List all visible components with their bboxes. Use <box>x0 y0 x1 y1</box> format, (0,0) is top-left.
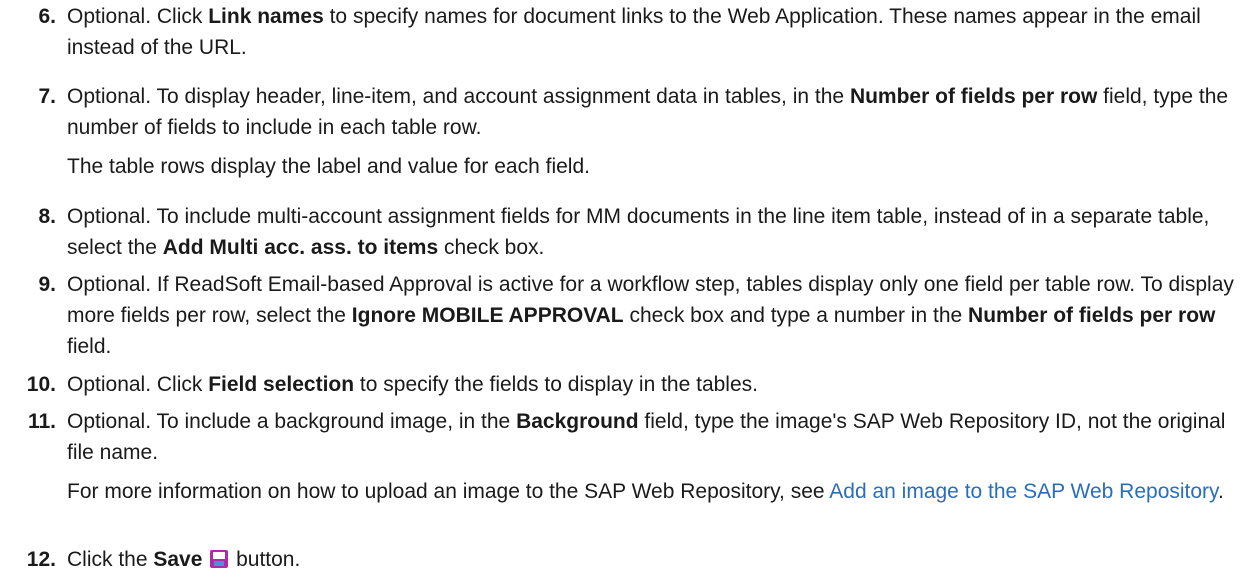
step-text: Click the Save button. <box>67 544 1257 575</box>
step-number: 10. <box>26 373 56 396</box>
ui-term-number-of-fields: Number of fields per row <box>968 304 1216 327</box>
step-note: For more information on how to upload an… <box>67 476 1257 507</box>
ui-term-number-of-fields: Number of fields per row <box>849 85 1098 108</box>
step-text: Optional. If ReadSoft Email-based Approv… <box>67 269 1257 362</box>
step-text: Optional. Click Field selection to speci… <box>67 369 1257 400</box>
ui-term-background: Background <box>516 410 639 433</box>
text: field. <box>67 335 112 358</box>
step-text: Optional. Click Link names to specify na… <box>67 1 1257 63</box>
text: check box. <box>438 236 545 259</box>
step-number: 9. <box>38 273 56 296</box>
ui-term-link-names: Link names <box>208 5 324 28</box>
step-note: The table rows display the label and val… <box>67 155 590 178</box>
step-text: Optional. To include a background image,… <box>67 406 1257 507</box>
text: Click the <box>67 548 154 571</box>
text: For more information on how to upload an… <box>67 480 830 503</box>
save-icon <box>210 550 229 568</box>
ui-term-ignore-mobile: Ignore MOBILE APPROVAL <box>351 304 624 327</box>
ui-term-field-selection: Field selection <box>208 373 355 396</box>
step-text: Optional. To include multi-account assig… <box>67 201 1257 263</box>
step-text: Optional. To display header, line-item, … <box>67 81 1257 182</box>
add-image-link[interactable]: Add an image to the SAP Web Repository <box>829 480 1218 503</box>
text: Optional. Click <box>67 5 209 28</box>
text: Optional. To include a background image,… <box>67 410 517 433</box>
text: Optional. To display header, line-item, … <box>67 85 850 108</box>
text: button. <box>230 548 301 571</box>
text: . <box>1218 480 1224 503</box>
step-number: 6. <box>38 5 56 28</box>
text: to specify the fields to display in the … <box>354 373 758 396</box>
step-number: 12. <box>26 548 56 571</box>
text: Optional. Click <box>67 373 209 396</box>
ui-term-add-multi: Add Multi acc. ass. to items <box>162 236 439 259</box>
step-number: 11. <box>27 410 56 433</box>
step-number: 7. <box>38 85 56 108</box>
document: 6. Optional. Click Link names to specify… <box>0 0 1260 579</box>
step-number: 8. <box>38 205 56 228</box>
text: check box and type a number in the <box>623 304 969 327</box>
ui-term-save: Save <box>153 548 203 571</box>
